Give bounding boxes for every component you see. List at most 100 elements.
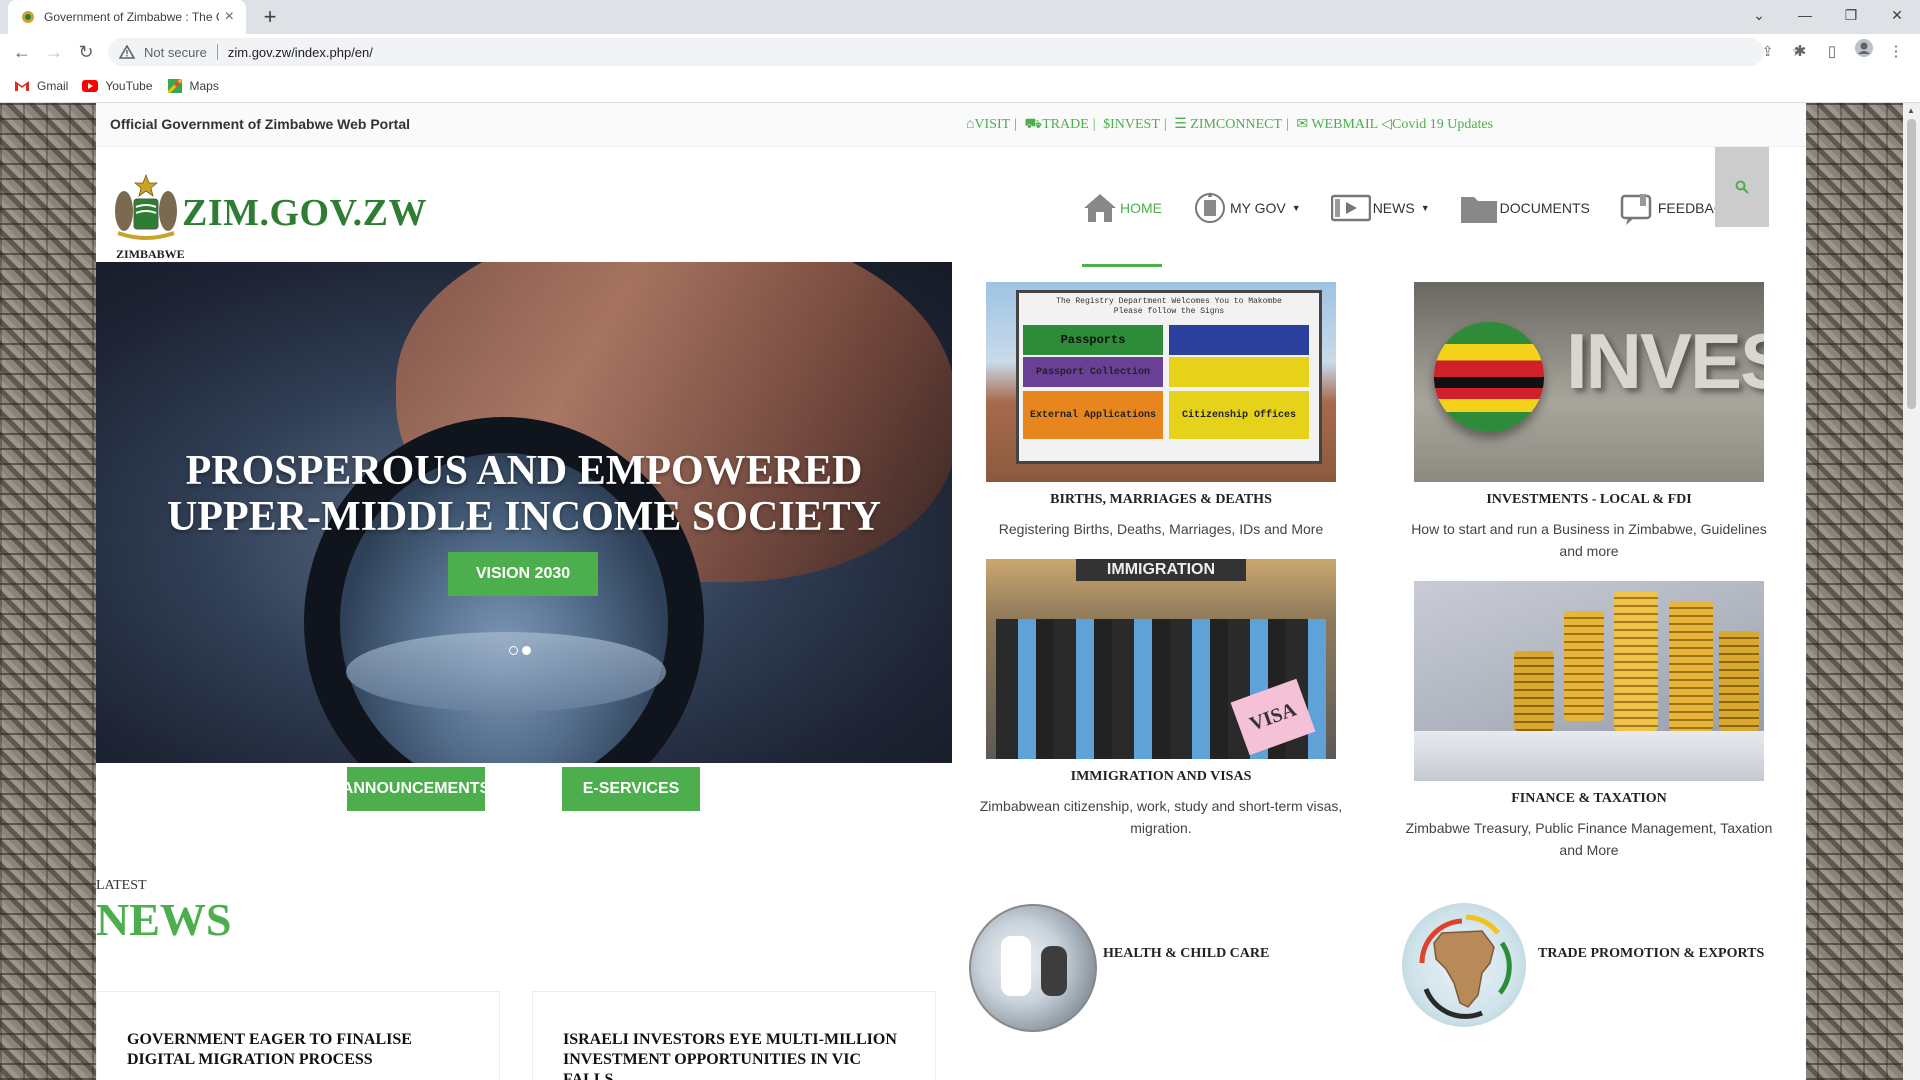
card-desc: How to start and run a Business in Zimba… [1411,521,1767,559]
not-secure-label: Not secure [144,44,207,60]
health-image[interactable] [969,904,1097,1032]
nav-news[interactable]: NEWS ▼ [1330,147,1430,269]
logo-subtitle: ZIMBABWE [116,247,185,261]
registry-sign-image: The Registry Department Welcomes You to … [986,282,1336,482]
tab-search-icon[interactable]: ⌄ [1736,0,1782,30]
card-immigration[interactable]: IMMIGRATION VISA IMMIGRATION AND VISAS Z… [966,559,1356,839]
gmail-icon [14,79,30,93]
vertical-scrollbar[interactable]: ▲ [1903,103,1920,1080]
video-icon [1330,194,1371,222]
coat-of-arms-icon [115,173,177,240]
logo-title: ZIM.GOV.ZW [182,192,428,234]
site-logo[interactable]: ZIM.GOV.ZW ZIMBABWE [110,173,427,263]
latest-label: LATEST [96,878,147,893]
africa-map-icon [1419,914,1512,1019]
youtube-icon [82,79,99,93]
bookmark-youtube[interactable]: YouTube [82,79,153,93]
top-links: ⌂VISIT | ⛟TRADE | $INVEST | ☰ ZIMCONNECT | ✉… [966,117,1494,132]
site-container: Official Government of Zimbabwe Web Port… [96,103,1806,1080]
separator [216,44,218,60]
hero-lake-image [346,632,666,712]
card-title: BIRTHS, MARRIAGES & DEATHS [1050,492,1272,507]
health-label[interactable]: HEALTH & CHILD CARE [1103,946,1269,962]
announcements-button[interactable]: ANNOUNCEMENTS [342,767,490,811]
maps-icon [167,79,183,93]
news-card-1[interactable]: GOVERNMENT EAGER TO FINALISE DIGITAL MIG… [96,991,500,1080]
tab-bar: Government of Zimbabwe : The C × + ⌄ — ❐… [0,0,1920,34]
coins-image [1414,581,1764,781]
card-births[interactable]: The Registry Department Welcomes You to … [966,282,1356,540]
card-title: INVESTMENTS - LOCAL & FDI [1486,492,1692,507]
vision-2030-button[interactable]: VISION 2030 [448,552,598,596]
profile-avatar-icon[interactable] [1850,38,1878,66]
extensions-icon[interactable]: ✱ [1786,38,1814,66]
browser-toolbar: ← → ↻ Not secure zim.gov.zw/index.php/en… [0,34,1920,70]
back-icon[interactable]: ← [8,38,36,66]
scrollbar-thumb[interactable] [1907,119,1916,409]
slider-dot-2[interactable] [522,646,531,655]
server-icon: ☰ [1174,117,1187,132]
megaphone-icon: ◁ [1381,117,1392,132]
card-desc: Zimbabwean citizenship, work, study and … [979,798,1343,836]
news-title[interactable]: ISRAELI INVESTORS EYE MULTI-MILLION INVE… [563,1030,915,1080]
caret-down-icon: ▼ [1420,203,1430,213]
feedback-icon [1620,194,1652,225]
nav-documents[interactable]: DOCUMENTS [1460,147,1590,269]
envelope-icon: ✉ [1296,117,1309,132]
menu-kebab-icon[interactable]: ⋮ [1882,38,1910,66]
zimconnect-link[interactable]: ☰ ZIMCONNECT [1174,117,1282,132]
card-title: IMMIGRATION AND VISAS [1070,769,1252,784]
hero-slider[interactable]: PROSPEROUS AND EMPOWERED UPPER-MIDDLE IN… [96,262,952,763]
reload-icon[interactable]: ↻ [72,38,100,66]
immigration-image: IMMIGRATION VISA [986,559,1336,759]
trade-image[interactable] [1402,903,1526,1027]
trade-link[interactable]: ⛟TRADE [1025,117,1089,132]
hero-title: PROSPEROUS AND EMPOWERED UPPER-MIDDLE IN… [166,448,882,540]
new-tab-button[interactable]: + [256,3,284,31]
page-viewport: Official Government of Zimbabwe Web Port… [0,103,1920,1080]
news-title[interactable]: GOVERNMENT EAGER TO FINALISE DIGITAL MIG… [127,1030,479,1070]
card-finance[interactable]: FINANCE & TAXATION Zimbabwe Treasury, Pu… [1394,581,1784,861]
cart-icon: ⛟ [1024,117,1043,132]
card-investments[interactable]: INVEST INVESTMENTS - LOCAL & FDI How to … [1394,282,1784,562]
visit-link[interactable]: ⌂VISIT [966,117,1010,132]
news-card-2[interactable]: ISRAELI INVESTORS EYE MULTI-MILLION INVE… [532,991,936,1080]
address-bar[interactable]: Not secure zim.gov.zw/index.php/en/ [108,38,1764,66]
search-icon [1735,180,1749,194]
minimize-icon[interactable]: — [1782,0,1828,30]
restore-icon[interactable]: ❐ [1828,0,1874,30]
top-strip: Official Government of Zimbabwe Web Port… [96,103,1806,147]
coat-of-arms-nav-icon [1195,192,1225,223]
home-icon [1084,194,1116,222]
card-desc: Registering Births, Deaths, Marriages, I… [998,521,1324,537]
tab-close-icon[interactable]: × [225,8,234,26]
main-nav: HOME MY GOV ▼ NEWS ▼ DOCUMENTS FEEDBACK [1082,147,1763,269]
close-window-icon[interactable]: ✕ [1874,0,1920,30]
share-icon[interactable]: ⇪ [1762,43,1774,60]
e-services-button[interactable]: E-SERVICES [562,767,700,811]
nav-home[interactable]: HOME [1082,147,1162,269]
slider-dot-1[interactable] [509,646,518,655]
invest-link[interactable]: $INVEST [1103,117,1160,132]
bookmark-maps[interactable]: Maps [167,79,219,93]
scroll-up-icon[interactable]: ▲ [1907,106,1915,115]
tab-title: Government of Zimbabwe : The C [44,10,219,24]
portal-title: Official Government of Zimbabwe Web Port… [110,116,411,132]
card-title: FINANCE & TAXATION [1511,791,1667,806]
search-button[interactable] [1715,147,1769,227]
side-panel-icon[interactable]: ▯ [1818,38,1846,66]
bookmarks-bar: Gmail YouTube Maps [0,70,1920,103]
forward-icon[interactable]: → [40,38,68,66]
trade-label[interactable]: TRADE PROMOTION & EXPORTS [1538,946,1764,962]
invest-image: INVEST [1414,282,1764,482]
folder-icon [1460,197,1497,223]
card-desc: Zimbabwe Treasury, Public Finance Manage… [1405,820,1773,858]
bookmark-gmail[interactable]: Gmail [14,79,68,93]
browser-tab[interactable]: Government of Zimbabwe : The C × [8,0,246,34]
webmail-link[interactable]: ✉ WEBMAIL [1296,117,1377,132]
news-heading: NEWS [96,894,232,945]
warning-icon[interactable] [118,43,136,61]
covid-link[interactable]: ◁Covid 19 Updates [1381,117,1493,132]
nav-my-gov[interactable]: MY GOV ▼ [1192,147,1301,269]
url-text[interactable]: zim.gov.zw/index.php/en/ [228,45,373,60]
